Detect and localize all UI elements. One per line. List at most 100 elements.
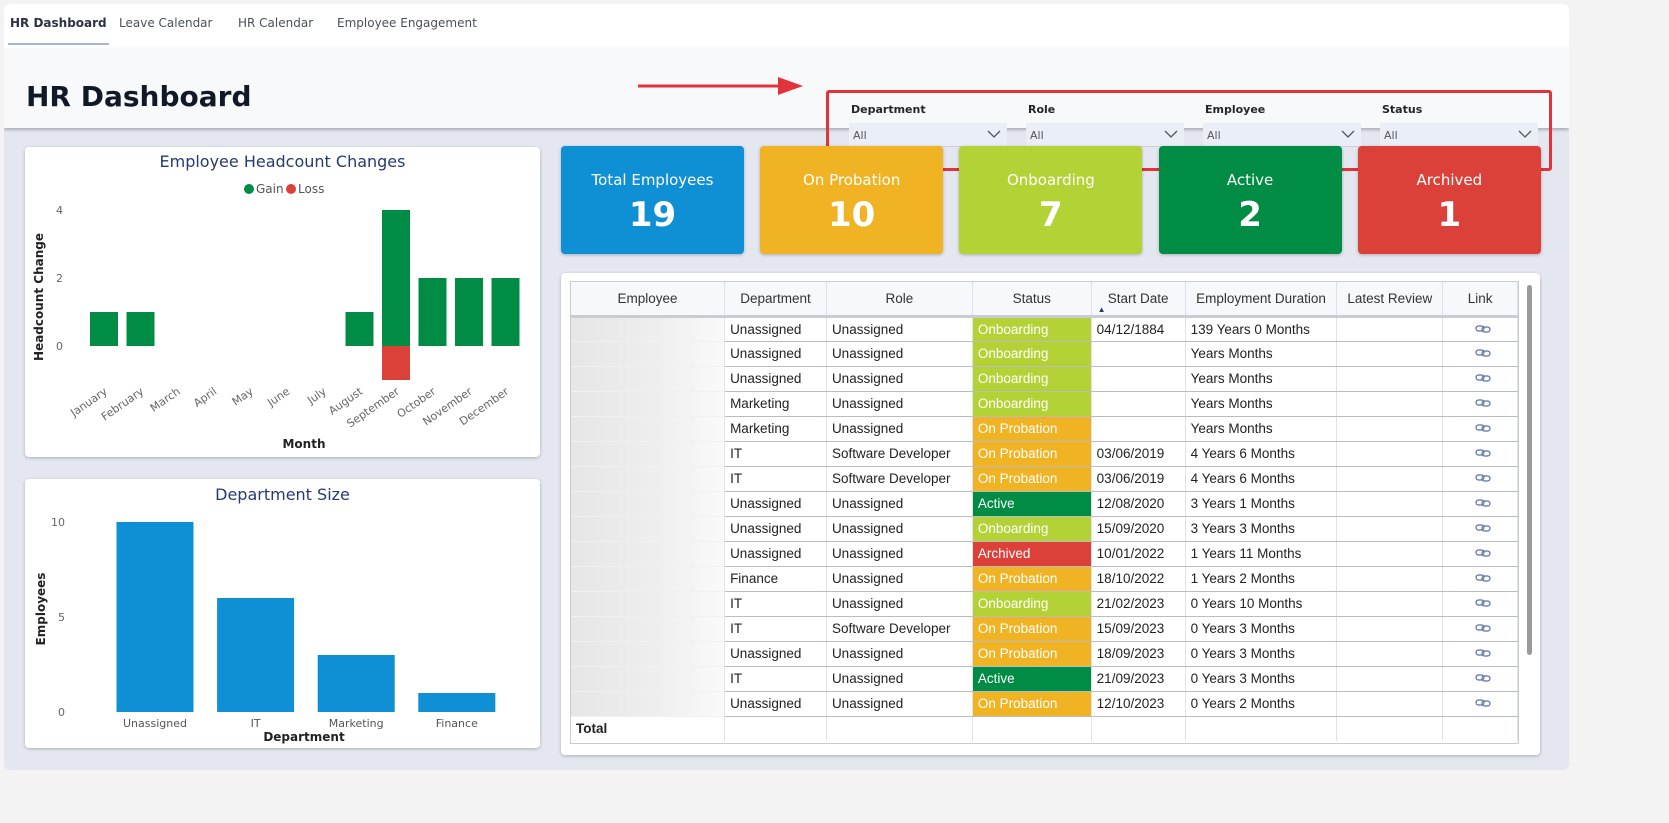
cell-latest-review (1336, 666, 1444, 692)
cell-employment-duration: 0 Years 3 Months (1185, 641, 1338, 667)
cell-status: On Probation (972, 641, 1092, 667)
tab-hr-calendar[interactable]: HR Calendar (238, 16, 313, 30)
cell-role: Software Developer (826, 616, 973, 642)
x-tick-label: April (191, 385, 219, 410)
table-row: Marketing Unassigned On Probation Years Mon… (571, 416, 1518, 442)
cell-status: On Probation (972, 466, 1092, 492)
link-cell[interactable] (1442, 666, 1518, 692)
table-scrollbar[interactable] (1527, 285, 1532, 655)
y-tick-label: 4 (56, 204, 63, 217)
cell-employee[interactable] (571, 591, 726, 617)
link-cell[interactable] (1442, 616, 1518, 642)
cell-status: Onboarding (972, 316, 1092, 342)
cell-employee[interactable] (571, 691, 726, 717)
table-row: Unassigned Unassigned Active 12/08/2020 3 Ye… (571, 491, 1518, 517)
tab-employee-engagement[interactable]: Employee Engagement (337, 16, 477, 30)
filter-dropdown[interactable]: All (1203, 123, 1361, 147)
cell-department: Unassigned (724, 491, 827, 517)
link-icon[interactable] (1474, 473, 1491, 483)
tab-hr-dashboard[interactable]: HR Dashboard (8, 16, 109, 45)
link-icon[interactable] (1474, 498, 1491, 508)
cell-employee[interactable] (571, 666, 726, 692)
link-cell[interactable] (1442, 416, 1518, 442)
column-header-role[interactable]: Role (826, 282, 973, 318)
filter-dropdown[interactable]: All (1380, 123, 1538, 147)
cell-department: Unassigned (724, 341, 827, 367)
column-header-link[interactable]: Link (1442, 282, 1518, 318)
cell-department: IT (724, 666, 827, 692)
link-icon[interactable] (1474, 398, 1491, 408)
table-row: Unassigned Unassigned Onboarding 15/09/2020… (571, 516, 1518, 542)
link-icon[interactable] (1474, 598, 1491, 608)
cell-employment-duration: 0 Years 10 Months (1185, 591, 1338, 617)
cell-role: Unassigned (826, 316, 973, 342)
cell-start-date: 21/09/2023 (1091, 666, 1186, 692)
cell-employee[interactable] (571, 316, 726, 342)
column-header-department[interactable]: Department (724, 282, 827, 318)
link-cell[interactable] (1442, 541, 1518, 567)
cell-status: Onboarding (972, 391, 1092, 417)
link-cell[interactable] (1442, 341, 1518, 367)
cell-status: Active (972, 666, 1092, 692)
link-cell[interactable] (1442, 316, 1518, 342)
x-tick-label: Finance (436, 717, 478, 730)
link-icon[interactable] (1474, 648, 1491, 658)
cell-employee[interactable] (571, 416, 726, 442)
column-header-employment-duration[interactable]: Employment Duration (1185, 282, 1338, 318)
cell-role: Unassigned (826, 416, 973, 442)
link-icon[interactable] (1474, 523, 1491, 533)
filter-label: Department (851, 103, 926, 116)
link-icon[interactable] (1474, 548, 1491, 558)
link-cell[interactable] (1442, 491, 1518, 517)
column-header-latest-review[interactable]: Latest Review (1336, 282, 1444, 318)
link-cell[interactable] (1442, 391, 1518, 417)
table-row: Unassigned Unassigned Archived 10/01/2022 1 … (571, 541, 1518, 567)
link-icon[interactable] (1474, 423, 1491, 433)
column-header-status[interactable]: Status (972, 282, 1092, 318)
cell-start-date: 03/06/2019 (1091, 441, 1186, 467)
cell-employee[interactable] (571, 641, 726, 667)
cell-employee[interactable] (571, 441, 726, 467)
link-cell[interactable] (1442, 591, 1518, 617)
cell-employee[interactable] (571, 491, 726, 517)
cell-employee[interactable] (571, 366, 726, 392)
cell-employee[interactable] (571, 566, 726, 592)
link-cell[interactable] (1442, 641, 1518, 667)
filter-dropdown[interactable]: All (1026, 123, 1184, 147)
link-cell[interactable] (1442, 566, 1518, 592)
cell-employee[interactable] (571, 541, 726, 567)
cell-employee[interactable] (571, 466, 726, 492)
filter-dropdown[interactable]: All (849, 123, 1007, 147)
cell-employee[interactable] (571, 341, 726, 367)
link-cell[interactable] (1442, 366, 1518, 392)
cell-status: Onboarding (972, 341, 1092, 367)
cell-employee[interactable] (571, 516, 726, 542)
link-icon[interactable] (1474, 623, 1491, 633)
link-icon[interactable] (1474, 573, 1491, 583)
link-cell[interactable] (1442, 441, 1518, 467)
cell-employee[interactable] (571, 616, 726, 642)
link-icon[interactable] (1474, 348, 1491, 358)
link-icon[interactable] (1474, 698, 1491, 708)
link-cell[interactable] (1442, 516, 1518, 542)
kpi-card-on-probation: On Probation 10 (760, 146, 944, 254)
cell-employee[interactable] (571, 391, 726, 417)
bar-loss-september (382, 346, 410, 380)
table-row: IT Software Developer On Probation 03/06/20… (571, 466, 1518, 492)
link-icon[interactable] (1474, 324, 1491, 334)
y-tick-label: 0 (58, 706, 65, 719)
link-cell[interactable] (1442, 691, 1518, 717)
link-cell[interactable] (1442, 466, 1518, 492)
link-icon[interactable] (1474, 448, 1491, 458)
cell-latest-review (1336, 591, 1444, 617)
department-size-chart: 0 5 10 Employees Department Unassigned IT Marke… (34, 516, 496, 744)
cell-role: Unassigned (826, 666, 973, 692)
cell-start-date: 18/10/2022 (1091, 566, 1186, 592)
y-axis-title: Employees (34, 573, 48, 646)
link-icon[interactable] (1474, 373, 1491, 383)
tab-leave-calendar[interactable]: Leave Calendar (119, 16, 212, 30)
cell-employment-duration: 0 Years 3 Months (1185, 616, 1338, 642)
link-icon[interactable] (1474, 673, 1491, 683)
column-header-start-date[interactable]: Start Date ▲ (1091, 282, 1186, 318)
column-header-employee[interactable]: Employee (571, 282, 726, 318)
